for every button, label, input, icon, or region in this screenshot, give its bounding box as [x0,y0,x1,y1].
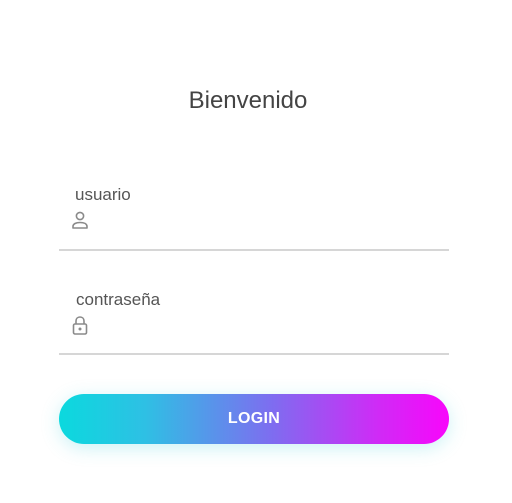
username-input[interactable] [99,206,439,234]
password-field[interactable]: contraseña [59,289,449,355]
page-title: Bienvenido [188,87,308,114]
username-label: usuario [75,185,131,204]
lock-icon [72,316,88,335]
password-input[interactable] [99,311,439,339]
password-label: contraseña [76,290,161,309]
username-field[interactable]: usuario [59,184,449,251]
login-button[interactable]: LOGIN [59,394,449,444]
person-icon [72,211,88,229]
